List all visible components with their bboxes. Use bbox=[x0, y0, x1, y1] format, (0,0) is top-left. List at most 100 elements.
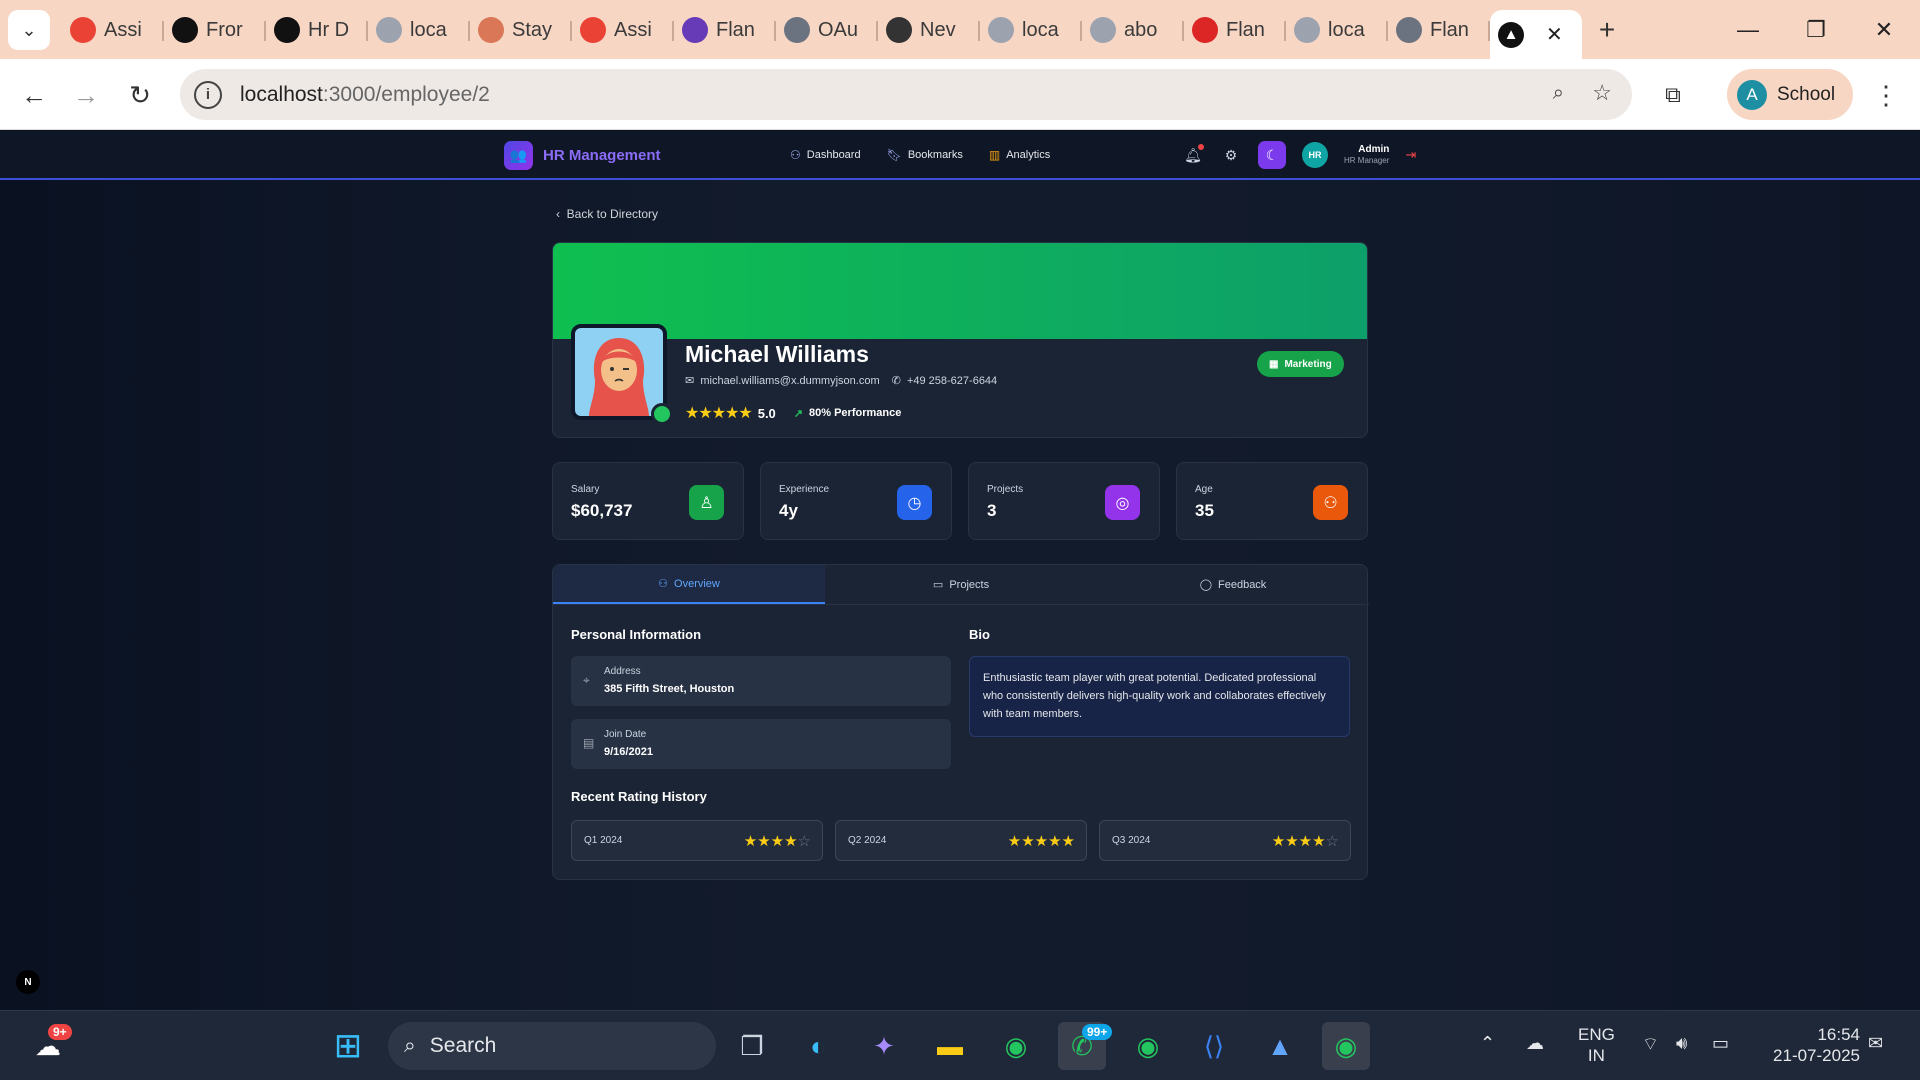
browser-tab[interactable]: Stay bbox=[470, 10, 572, 50]
minimize-button[interactable]: — bbox=[1720, 10, 1776, 50]
github-icon bbox=[784, 17, 810, 43]
browser-tab[interactable]: loca bbox=[368, 10, 470, 50]
mail-icon: ✉ bbox=[685, 375, 695, 387]
user-icon: ⚇ bbox=[658, 578, 669, 590]
vscode-icon[interactable]: ⟨⟩ bbox=[1190, 1022, 1238, 1070]
moon-icon[interactable]: ☾ bbox=[1258, 141, 1286, 169]
stat-value: 4y bbox=[779, 501, 798, 520]
windows-start-icon[interactable]: ⊞ bbox=[324, 1022, 372, 1070]
forms-icon bbox=[682, 17, 708, 43]
globe-icon bbox=[1294, 17, 1320, 43]
phone-item[interactable]: ✆ +49 258-627-6644 bbox=[892, 374, 998, 387]
browser-tab[interactable]: Flan bbox=[674, 10, 776, 50]
browser-tab[interactable]: OAu bbox=[776, 10, 878, 50]
reload-icon[interactable]: ↻ bbox=[122, 77, 158, 113]
bell-icon[interactable]: 🔔︎ bbox=[1182, 144, 1204, 166]
tab-overview[interactable]: ⚇ Overview bbox=[553, 565, 825, 604]
browser-tab[interactable]: abo bbox=[1082, 10, 1184, 50]
battery-icon[interactable]: ▭ bbox=[1712, 1033, 1729, 1054]
brand[interactable]: 👥 HR Management bbox=[504, 141, 661, 170]
close-tab-icon[interactable]: ✕ bbox=[1546, 22, 1563, 47]
star-rating: ★★★★☆ bbox=[1272, 832, 1339, 850]
volume-icon[interactable]: 🔊︎ bbox=[1676, 1033, 1687, 1054]
star-rating: ★★★★★ bbox=[1008, 832, 1075, 850]
nav-label: Analytics bbox=[1006, 149, 1051, 161]
taskbar-search[interactable]: ⌕ Search bbox=[388, 1022, 716, 1070]
address-bar[interactable]: i localhost:3000/employee/2 ⌕ ☆ bbox=[180, 69, 1632, 120]
browser-tab[interactable]: loca bbox=[980, 10, 1082, 50]
browser-tab[interactable]: loca bbox=[1286, 10, 1388, 50]
phone-text: +49 258-627-6644 bbox=[906, 375, 998, 387]
star-icon: ★ bbox=[685, 405, 699, 422]
globe-icon bbox=[988, 17, 1014, 43]
join-date-box: ▤ Join Date 9/16/2021 bbox=[571, 719, 951, 769]
error-icon bbox=[1192, 17, 1218, 43]
site-info-icon[interactable]: i bbox=[194, 80, 222, 109]
nextjs-logo-icon[interactable]: N bbox=[16, 970, 40, 994]
back-link[interactable]: ‹ Back to Directory bbox=[556, 207, 658, 221]
close-window-button[interactable]: ✕ bbox=[1856, 10, 1912, 50]
chrome-active-icon[interactable]: ◉ bbox=[1322, 1022, 1370, 1070]
email-item[interactable]: ✉ michael.williams@x.dummyjson.com bbox=[685, 374, 880, 387]
nav-bookmarks[interactable]: 🔖︎ Bookmarks bbox=[887, 148, 963, 162]
profile-button[interactable]: A School bbox=[1727, 69, 1853, 120]
bookmark-star-icon[interactable]: ☆ bbox=[1592, 80, 1612, 106]
restore-button[interactable]: ❐ bbox=[1788, 10, 1844, 50]
browser-tab[interactable]: Flan bbox=[1388, 10, 1490, 50]
award-icon: ♙ bbox=[689, 485, 724, 520]
forward-arrow-icon[interactable]: → bbox=[68, 77, 104, 113]
browser-tab[interactable]: Fror bbox=[164, 10, 266, 50]
file-explorer-icon[interactable]: ▬ bbox=[926, 1022, 974, 1070]
star-icon: ★ bbox=[738, 405, 752, 422]
menu-icon[interactable]: ⋮ bbox=[1868, 77, 1904, 113]
back-arrow-icon[interactable]: ← bbox=[16, 77, 52, 113]
star-icon: ★ bbox=[1298, 833, 1313, 850]
quarter-label: Q1 2024 bbox=[584, 835, 623, 846]
star-icon: ★ bbox=[1048, 833, 1062, 850]
task-view-icon[interactable]: ❐ bbox=[728, 1022, 776, 1070]
star-icon: ★ bbox=[1034, 833, 1049, 850]
browser-tab[interactable]: Assi bbox=[572, 10, 674, 50]
extensions-icon[interactable]: ⧉ bbox=[1655, 77, 1691, 113]
copilot-icon[interactable]: ✦ bbox=[860, 1022, 908, 1070]
photos-icon[interactable]: ▲ bbox=[1256, 1022, 1304, 1070]
active-browser-tab[interactable]: ▲ ✕ bbox=[1490, 10, 1582, 59]
chrome-icon[interactable]: ◉ bbox=[992, 1022, 1040, 1070]
nav-label: Bookmarks bbox=[907, 149, 963, 161]
tab-feedback[interactable]: ◯ Feedback bbox=[1097, 565, 1369, 604]
browser-tab[interactable]: Assi bbox=[62, 10, 164, 50]
zoom-icon[interactable]: ⌕ bbox=[1553, 82, 1564, 105]
wifi-icon[interactable]: ⌔ bbox=[1642, 1033, 1659, 1056]
logout-icon[interactable]: ⇥ bbox=[1405, 147, 1416, 163]
gear-icon[interactable]: ⚙ bbox=[1220, 144, 1242, 166]
nav-analytics[interactable]: ▥ Analytics bbox=[989, 148, 1050, 162]
avatar[interactable]: HR bbox=[1302, 142, 1328, 168]
star-icon: ★ bbox=[711, 405, 726, 422]
stat-value: $60,737 bbox=[571, 501, 633, 520]
browser-tab-label: Flan bbox=[1226, 18, 1265, 41]
edge-icon[interactable]: ◐ bbox=[794, 1022, 842, 1070]
notion-icon bbox=[274, 17, 300, 43]
clock[interactable]: 16:54 21-07-2025 bbox=[1760, 1024, 1860, 1066]
tab-projects[interactable]: ▭ Projects bbox=[825, 565, 1097, 604]
chevron-up-icon[interactable]: ⌃ bbox=[1480, 1033, 1495, 1054]
browser-tab[interactable]: Nev bbox=[878, 10, 980, 50]
browser-tab[interactable]: Flan bbox=[1184, 10, 1286, 50]
onedrive-icon[interactable]: ☁ bbox=[1526, 1033, 1544, 1054]
back-link-label: Back to Directory bbox=[566, 207, 659, 221]
notifications-icon[interactable]: ✉ bbox=[1868, 1033, 1883, 1054]
whatsapp-icon[interactable]: ✆ 99+ bbox=[1058, 1022, 1113, 1070]
department-text: Marketing bbox=[1284, 358, 1332, 370]
tab-search-button[interactable]: ⌄ bbox=[8, 10, 50, 50]
weather-icon[interactable]: ☁ 9+ bbox=[24, 1022, 72, 1070]
language-indicator[interactable]: ENG IN bbox=[1578, 1024, 1615, 1066]
personal-info-title: Personal Information bbox=[571, 627, 702, 642]
chrome-profile-icon[interactable]: ◉ bbox=[1124, 1022, 1172, 1070]
new-tab-button[interactable]: + bbox=[1582, 10, 1632, 50]
nav-dashboard[interactable]: ⚇ Dashboard bbox=[790, 148, 861, 162]
browser-tab[interactable]: Hr D bbox=[266, 10, 368, 50]
claude-icon bbox=[478, 17, 504, 43]
stat-card: Projects 3 ◎ bbox=[968, 462, 1160, 540]
message-icon: ◯ bbox=[1199, 579, 1212, 591]
rating-history-title: Recent Rating History bbox=[571, 789, 707, 804]
